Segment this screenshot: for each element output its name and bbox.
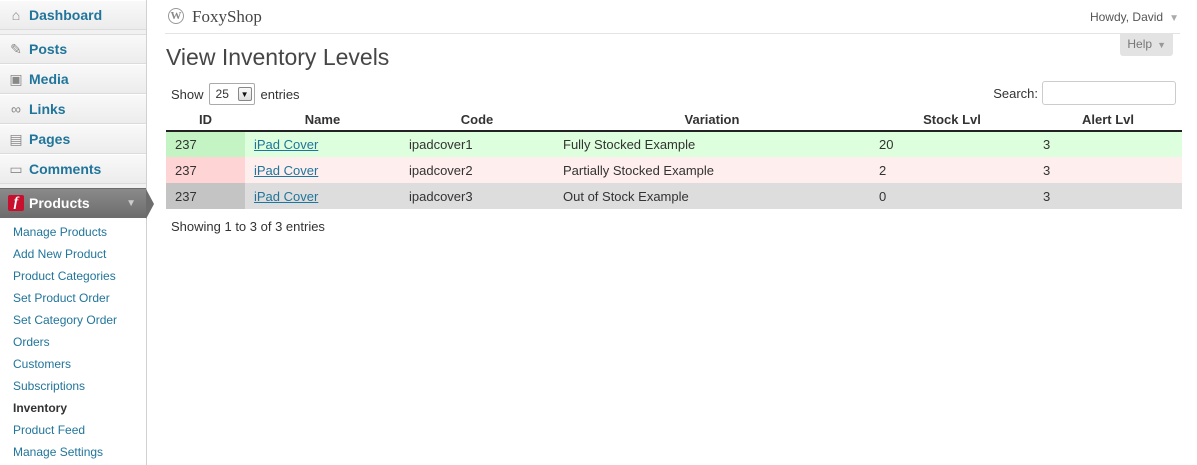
cell-alert-level: 3 xyxy=(1034,183,1182,209)
product-link[interactable]: iPad Cover xyxy=(254,163,318,178)
admin-sidebar: ⌂ Dashboard ✎ Posts ▣ Media ∞ Links ▤ Pa… xyxy=(0,0,154,465)
pages-icon: ▤ xyxy=(9,130,23,147)
column-header-stock-level[interactable]: Stock Lvl xyxy=(870,108,1034,132)
help-tab[interactable]: Help ▼ xyxy=(1120,34,1173,56)
site-title[interactable]: FoxyShop xyxy=(192,7,262,27)
length-prefix: Show xyxy=(171,86,204,102)
menu-posts-label: Posts xyxy=(29,41,68,57)
cell-id: 237 xyxy=(166,157,245,183)
media-icon: ▣ xyxy=(9,70,23,87)
submenu-orders[interactable]: Orders xyxy=(0,331,146,353)
search-label: Search: xyxy=(993,85,1038,101)
menu-pages[interactable]: ▤ Pages xyxy=(0,124,146,154)
column-header-name[interactable]: Name xyxy=(245,108,400,132)
submenu-set-category-order[interactable]: Set Category Order xyxy=(0,309,146,331)
help-label: Help xyxy=(1127,37,1153,51)
cell-name: iPad Cover xyxy=(245,183,400,209)
submenu-add-new-product[interactable]: Add New Product xyxy=(0,243,146,265)
search-input[interactable] xyxy=(1042,81,1176,105)
cell-variation: Fully Stocked Example xyxy=(554,131,870,157)
table-row: 237 iPad Cover ipadcover1 Fully Stocked … xyxy=(166,131,1182,157)
table-row: 237 iPad Cover ipadcover3 Out of Stock E… xyxy=(166,183,1182,209)
menu-links-label: Links xyxy=(29,101,66,117)
comment-icon: ▭ xyxy=(9,160,23,177)
foxyshop-logo-icon: f xyxy=(8,195,24,211)
menu-comments[interactable]: ▭ Comments xyxy=(0,154,146,184)
pushpin-icon: ✎ xyxy=(10,40,22,57)
user-greeting-text: Howdy, David xyxy=(1089,10,1164,24)
submenu-product-feed[interactable]: Product Feed xyxy=(0,419,146,441)
dashboard-icon: ⌂ xyxy=(11,7,21,23)
cell-name: iPad Cover xyxy=(245,157,400,183)
cell-alert-level: 3 xyxy=(1034,157,1182,183)
chevron-down-icon: ▼ xyxy=(1157,40,1166,50)
column-header-variation[interactable]: Variation xyxy=(554,108,870,132)
search-control: Search: xyxy=(993,81,1176,105)
cell-id: 237 xyxy=(166,183,245,209)
inventory-table: ID Name Code Variation Stock Lvl Alert L… xyxy=(166,108,1182,209)
entries-length-control: Show 25 ▼ entries xyxy=(171,82,300,106)
table-info-text: Showing 1 to 3 of 3 entries xyxy=(171,219,325,234)
menu-posts[interactable]: ✎ Posts xyxy=(0,34,146,64)
submenu-subscriptions[interactable]: Subscriptions xyxy=(0,375,146,397)
cell-name: iPad Cover xyxy=(245,131,400,157)
page-title: View Inventory Levels xyxy=(166,44,390,70)
cell-alert-level: 3 xyxy=(1034,131,1182,157)
menu-products[interactable]: f Products ▼ xyxy=(0,188,154,219)
cell-stock-level: 20 xyxy=(870,131,1034,157)
menu-comments-label: Comments xyxy=(29,161,102,177)
submenu-inventory[interactable]: Inventory xyxy=(0,397,146,419)
chevron-down-icon: ▼ xyxy=(1169,13,1179,24)
cell-stock-level: 0 xyxy=(870,183,1034,209)
length-suffix: entries xyxy=(260,86,300,102)
product-link[interactable]: iPad Cover xyxy=(254,137,318,152)
menu-media-label: Media xyxy=(29,71,69,87)
table-row: 237 iPad Cover ipadcover2 Partially Stoc… xyxy=(166,157,1182,183)
product-link[interactable]: iPad Cover xyxy=(254,189,318,204)
column-header-code[interactable]: Code xyxy=(400,108,554,132)
link-icon: ∞ xyxy=(11,101,21,117)
cell-variation: Out of Stock Example xyxy=(554,183,870,209)
submenu-customers[interactable]: Customers xyxy=(0,353,146,375)
products-submenu: Manage Products Add New Product Product … xyxy=(0,218,146,465)
submenu-manage-products[interactable]: Manage Products xyxy=(0,221,146,243)
cell-id: 237 xyxy=(166,131,245,157)
menu-media[interactable]: ▣ Media xyxy=(0,64,146,94)
table-header-row: ID Name Code Variation Stock Lvl Alert L… xyxy=(166,108,1182,132)
user-greeting[interactable]: Howdy, David ▼ xyxy=(1090,10,1179,24)
submenu-set-product-order[interactable]: Set Product Order xyxy=(0,287,146,309)
header-divider xyxy=(165,33,1180,34)
submenu-product-categories[interactable]: Product Categories xyxy=(0,265,146,287)
entries-per-page-select[interactable]: 25 ▼ xyxy=(208,83,255,105)
chevron-down-icon: ▼ xyxy=(237,87,252,101)
wordpress-logo-icon: W xyxy=(168,8,184,24)
entries-per-page-value: 25 xyxy=(215,87,229,101)
menu-products-label: Products xyxy=(29,195,90,211)
cell-code: ipadcover1 xyxy=(400,131,554,157)
column-header-alert-level[interactable]: Alert Lvl xyxy=(1034,108,1182,132)
menu-dashboard-label: Dashboard xyxy=(29,7,103,23)
menu-links[interactable]: ∞ Links xyxy=(0,94,146,124)
cell-stock-level: 2 xyxy=(870,157,1034,183)
submenu-manage-settings[interactable]: Manage Settings xyxy=(0,441,146,463)
cell-code: ipadcover2 xyxy=(400,157,554,183)
menu-dashboard[interactable]: ⌂ Dashboard xyxy=(0,0,146,30)
menu-collapse-arrow-icon[interactable]: ▼ xyxy=(126,198,136,209)
menu-pages-label: Pages xyxy=(29,131,71,147)
cell-variation: Partially Stocked Example xyxy=(554,157,870,183)
cell-code: ipadcover3 xyxy=(400,183,554,209)
column-header-id[interactable]: ID xyxy=(166,108,245,132)
admin-header: W FoxyShop Howdy, David ▼ xyxy=(147,0,1197,34)
